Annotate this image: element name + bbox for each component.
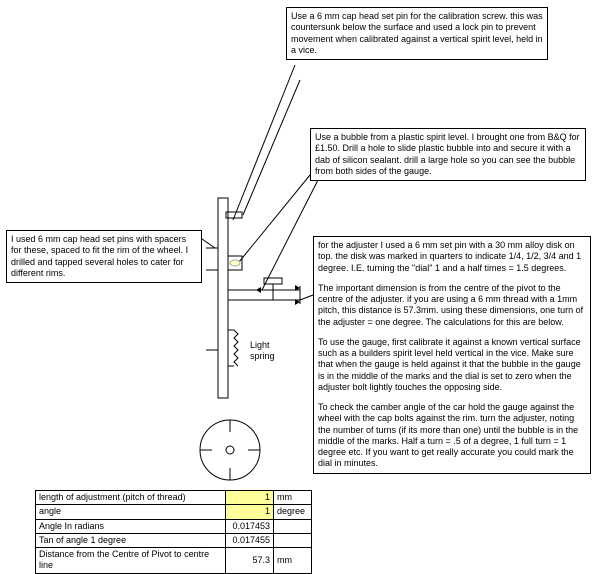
instr-p2: The important dimension is from the cent… bbox=[318, 283, 586, 328]
cell-unit bbox=[274, 519, 312, 533]
cell-unit: degree bbox=[274, 505, 312, 519]
table-row: length of adjustment (pitch of thread) 1… bbox=[36, 491, 312, 505]
cell-label: length of adjustment (pitch of thread) bbox=[36, 491, 226, 505]
instr-p3: To use the gauge, first calibrate it aga… bbox=[318, 337, 586, 393]
cell-value: 0.017453 bbox=[226, 519, 274, 533]
table-row: angle 1 degree bbox=[36, 505, 312, 519]
callout-text: I used 6 mm cap head set pins with space… bbox=[11, 234, 188, 278]
cell-label: angle bbox=[36, 505, 226, 519]
cell-label: Tan of angle 1 degree bbox=[36, 533, 226, 547]
table-row: Angle In radians 0.017453 bbox=[36, 519, 312, 533]
cell-value: 57.3 bbox=[226, 548, 274, 574]
callout-text: Use a 6 mm cap head set pin for the cali… bbox=[291, 11, 543, 55]
callout-set-pins: I used 6 mm cap head set pins with space… bbox=[6, 230, 202, 283]
cell-unit: mm bbox=[274, 491, 312, 505]
instr-p4: To check the camber angle of the car hol… bbox=[318, 402, 586, 470]
callout-bubble: Use a bubble from a plastic spirit level… bbox=[310, 128, 586, 181]
calculation-table: length of adjustment (pitch of thread) 1… bbox=[35, 490, 312, 574]
textblock-instructions: for the adjuster I used a 6 mm set pin w… bbox=[313, 236, 591, 474]
callout-calibration-screw: Use a 6 mm cap head set pin for the cali… bbox=[286, 7, 548, 60]
cell-label: Angle In radians bbox=[36, 519, 226, 533]
cell-value: 0.017455 bbox=[226, 533, 274, 547]
cell-value: 1 bbox=[226, 491, 274, 505]
table-row: Tan of angle 1 degree 0.017455 bbox=[36, 533, 312, 547]
instr-p1: for the adjuster I used a 6 mm set pin w… bbox=[318, 240, 586, 274]
cell-value: 1 bbox=[226, 505, 274, 519]
cell-unit: mm bbox=[274, 548, 312, 574]
callout-text: Use a bubble from a plastic spirit level… bbox=[315, 132, 580, 176]
cell-unit bbox=[274, 533, 312, 547]
label-light-spring: Light spring bbox=[250, 340, 284, 363]
cell-label: Distance from the Centre of Pivot to cen… bbox=[36, 548, 226, 574]
table-row: Distance from the Centre of Pivot to cen… bbox=[36, 548, 312, 574]
